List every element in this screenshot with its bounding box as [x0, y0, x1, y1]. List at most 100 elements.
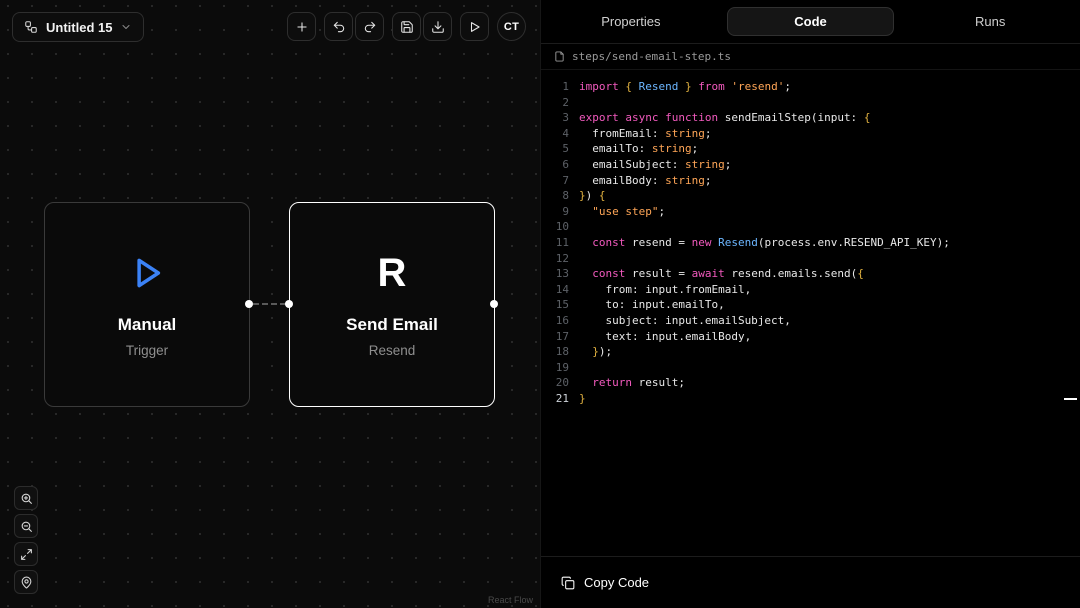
- file-header: steps/send-email-step.ts: [541, 44, 1080, 70]
- line-number: 1: [541, 79, 569, 95]
- avatar-button[interactable]: CT: [497, 12, 526, 41]
- line-text: const resend = new Resend(process.env.RE…: [569, 235, 950, 251]
- line-text: text: input.emailBody,: [569, 329, 751, 345]
- resend-logo: R: [378, 251, 407, 295]
- pin-icon: [20, 576, 33, 589]
- code-line: 1import { Resend } from 'resend';: [541, 79, 1080, 95]
- tab-runs[interactable]: Runs: [900, 0, 1080, 43]
- code-line: 14 from: input.fromEmail,: [541, 282, 1080, 298]
- undo-icon: [332, 20, 346, 34]
- right-panel: PropertiesCodeRuns steps/send-email-step…: [540, 0, 1080, 608]
- pin-button[interactable]: [14, 570, 38, 594]
- canvas-toolbar: CT: [287, 12, 526, 41]
- copy-code-button[interactable]: Copy Code: [561, 575, 649, 590]
- line-number: 14: [541, 282, 569, 298]
- code-line: 17 text: input.emailBody,: [541, 329, 1080, 345]
- line-number: 4: [541, 126, 569, 142]
- edge-manual-to-send-email[interactable]: [253, 303, 286, 305]
- workflow-icon: [24, 20, 38, 34]
- line-number: 19: [541, 360, 569, 376]
- line-number: 21: [541, 391, 569, 407]
- line-number: 9: [541, 204, 569, 220]
- plus-icon: [295, 20, 309, 34]
- undo-button[interactable]: [324, 12, 353, 41]
- node-title: Manual: [118, 315, 177, 335]
- file-actions-group: [392, 12, 452, 41]
- node-send-email[interactable]: R Send Email Resend: [289, 202, 495, 407]
- zoom-in-icon: [20, 492, 33, 505]
- handle-source-manual[interactable]: [245, 300, 253, 308]
- handle-source-send-email[interactable]: [490, 300, 498, 308]
- canvas-controls: [14, 486, 38, 594]
- code-line: 2: [541, 95, 1080, 111]
- code-editor[interactable]: 1import { Resend } from 'resend';23expor…: [541, 70, 1080, 556]
- node-icon-wrap: R: [378, 251, 407, 295]
- line-text: from: input.fromEmail,: [569, 282, 751, 298]
- line-number: 7: [541, 173, 569, 189]
- line-text: }) {: [569, 188, 606, 204]
- tab-properties[interactable]: Properties: [541, 0, 721, 43]
- redo-button[interactable]: [355, 12, 384, 41]
- line-text: });: [569, 344, 612, 360]
- line-number: 6: [541, 157, 569, 173]
- line-number: 15: [541, 297, 569, 313]
- node-subtitle: Trigger: [126, 343, 168, 359]
- zoom-out-button[interactable]: [14, 514, 38, 538]
- fit-view-button[interactable]: [14, 542, 38, 566]
- save-button[interactable]: [392, 12, 421, 41]
- redo-icon: [363, 20, 377, 34]
- run-workflow-button[interactable]: [460, 12, 489, 41]
- play-icon: [468, 20, 482, 34]
- node-icon-wrap: [126, 251, 168, 295]
- line-number: 20: [541, 375, 569, 391]
- download-icon: [431, 20, 445, 34]
- line-number: 11: [541, 235, 569, 251]
- fit-view-icon: [20, 548, 33, 561]
- code-line: 4 fromEmail: string;: [541, 126, 1080, 142]
- line-number: 18: [541, 344, 569, 360]
- line-number: 3: [541, 110, 569, 126]
- add-node-button[interactable]: [287, 12, 316, 41]
- code-line: 20 return result;: [541, 375, 1080, 391]
- file-icon: [554, 51, 565, 62]
- text-cursor: [1064, 398, 1077, 400]
- line-number: 2: [541, 95, 569, 111]
- code-line: 6 emailSubject: string;: [541, 157, 1080, 173]
- line-number: 10: [541, 219, 569, 235]
- line-number: 12: [541, 251, 569, 267]
- line-number: 17: [541, 329, 569, 345]
- node-manual-trigger[interactable]: Manual Trigger: [44, 202, 250, 407]
- line-text: [569, 95, 579, 111]
- line-number: 8: [541, 188, 569, 204]
- line-number: 5: [541, 141, 569, 157]
- line-text: emailTo: string;: [569, 141, 698, 157]
- file-path: steps/send-email-step.ts: [572, 50, 731, 63]
- code-line: 8}) {: [541, 188, 1080, 204]
- tab-label: Properties: [547, 7, 715, 36]
- tab-label: Runs: [906, 7, 1074, 36]
- code-line: 16 subject: input.emailSubject,: [541, 313, 1080, 329]
- download-button[interactable]: [423, 12, 452, 41]
- code-line: 10: [541, 219, 1080, 235]
- code-line: 3export async function sendEmailStep(inp…: [541, 110, 1080, 126]
- line-number: 16: [541, 313, 569, 329]
- flow-canvas[interactable]: Untitled 15: [0, 0, 540, 608]
- line-text: return result;: [569, 375, 685, 391]
- workflow-selector[interactable]: Untitled 15: [12, 12, 144, 42]
- app: Untitled 15: [0, 0, 1080, 608]
- zoom-out-icon: [20, 520, 33, 533]
- line-number: 13: [541, 266, 569, 282]
- line-text: to: input.emailTo,: [569, 297, 725, 313]
- code-line: 7 emailBody: string;: [541, 173, 1080, 189]
- tab-code[interactable]: Code: [721, 0, 901, 43]
- line-text: }: [569, 391, 586, 407]
- line-text: [569, 219, 579, 235]
- line-text: emailBody: string;: [569, 173, 711, 189]
- panel-tabs: PropertiesCodeRuns: [541, 0, 1080, 44]
- line-text: import { Resend } from 'resend';: [569, 79, 791, 95]
- handle-target-send-email[interactable]: [285, 300, 293, 308]
- zoom-in-button[interactable]: [14, 486, 38, 510]
- react-flow-attribution[interactable]: React Flow: [488, 595, 533, 605]
- code-line: 15 to: input.emailTo,: [541, 297, 1080, 313]
- manual-play-icon: [126, 252, 168, 294]
